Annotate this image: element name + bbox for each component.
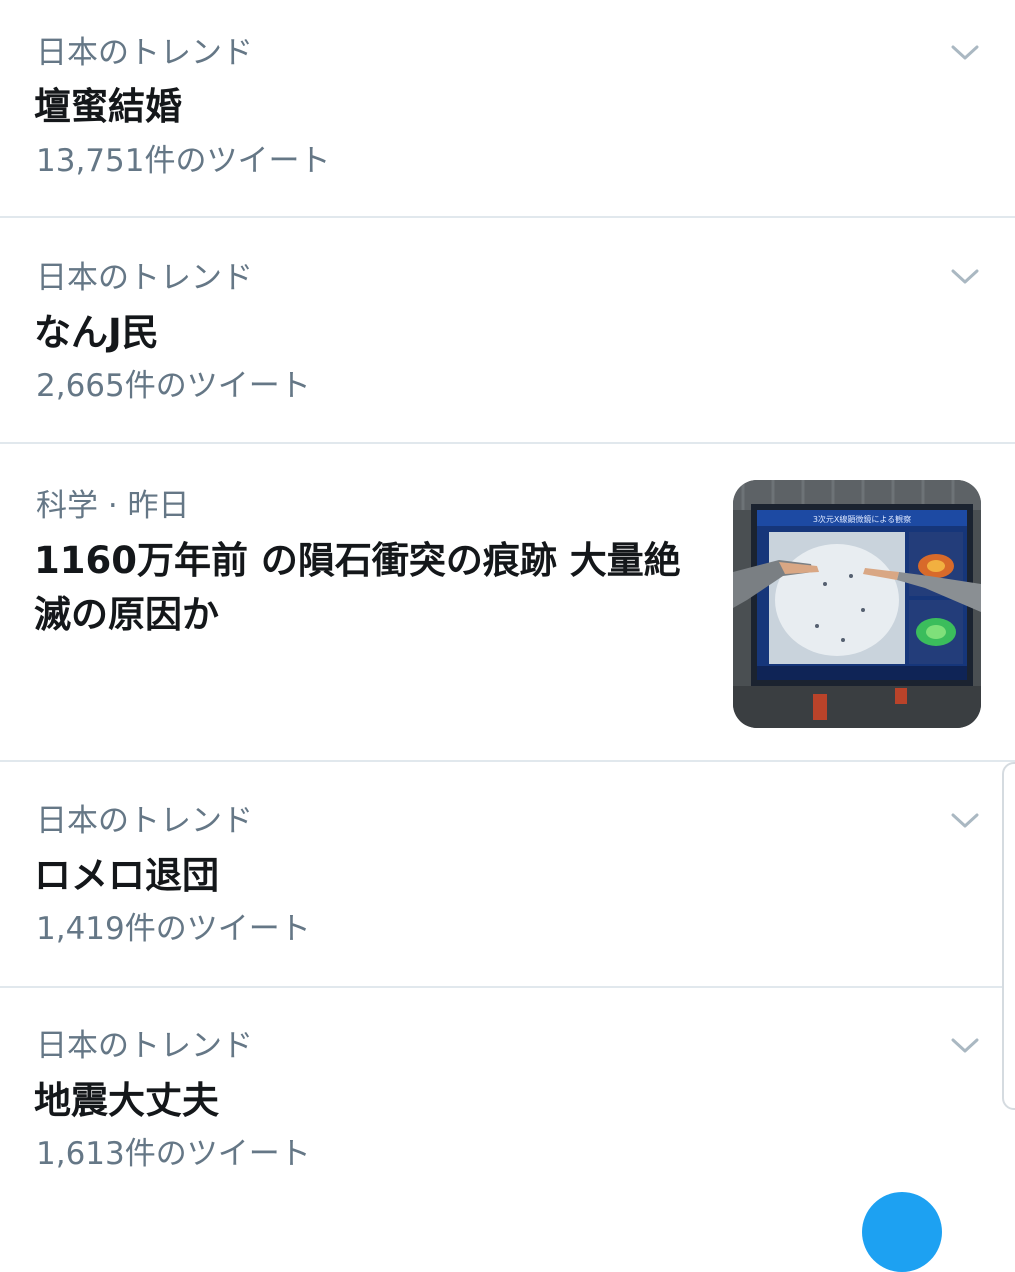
trend-title: ロメロ退団 xyxy=(34,854,219,897)
chevron-down-icon[interactable] xyxy=(945,1031,985,1061)
trend-tweet-count: 2,665件のツイート xyxy=(36,368,311,404)
chevron-down-icon[interactable] xyxy=(945,806,985,836)
scrollbar-handle[interactable] xyxy=(1002,762,1015,1110)
news-headline: 1160万年前 の隕石衝突の痕跡 大量絶滅の原因か xyxy=(34,539,681,636)
trend-item[interactable]: 日本のトレンド 地震大丈夫 1,613件のツイート xyxy=(0,988,1015,1200)
trend-title: なんJ民 xyxy=(34,311,159,354)
trend-item[interactable]: 日本のトレンド ロメロ退団 1,419件のツイート xyxy=(0,762,1015,988)
trend-context: 日本のトレンド xyxy=(36,803,253,839)
trends-feed: 日本のトレンド 壇蜜結婚 13,751件のツイート 日本のトレンド なんJ民 2… xyxy=(0,0,1015,1200)
compose-button[interactable] xyxy=(862,1192,942,1272)
chevron-down-icon[interactable] xyxy=(945,38,985,68)
trend-tweet-count: 1,419件のツイート xyxy=(36,911,311,947)
trend-item[interactable]: 日本のトレンド なんJ民 2,665件のツイート xyxy=(0,218,1015,444)
news-context: 科学 · 昨日 xyxy=(36,488,190,524)
news-thumbnail[interactable]: 3次元X線顕微鏡による観察 xyxy=(733,480,981,728)
news-item[interactable]: 科学 · 昨日 1160万年前 の隕石衝突の痕跡 大量絶滅の原因か 3次元X線顕… xyxy=(0,444,1015,762)
thumbnail-screen-title: 3次元X線顕微鏡による観察 xyxy=(813,514,911,524)
chevron-down-icon[interactable] xyxy=(945,262,985,292)
trend-tweet-count: 1,613件のツイート xyxy=(36,1136,311,1172)
trend-context: 日本のトレンド xyxy=(36,260,253,296)
trend-title: 壇蜜結婚 xyxy=(34,85,182,128)
trend-context: 日本のトレンド xyxy=(36,35,253,71)
trend-tweet-count: 13,751件のツイート xyxy=(36,143,331,179)
trend-item[interactable]: 日本のトレンド 壇蜜結婚 13,751件のツイート xyxy=(0,0,1015,218)
trend-context: 日本のトレンド xyxy=(36,1028,253,1064)
trend-title: 地震大丈夫 xyxy=(34,1079,219,1122)
